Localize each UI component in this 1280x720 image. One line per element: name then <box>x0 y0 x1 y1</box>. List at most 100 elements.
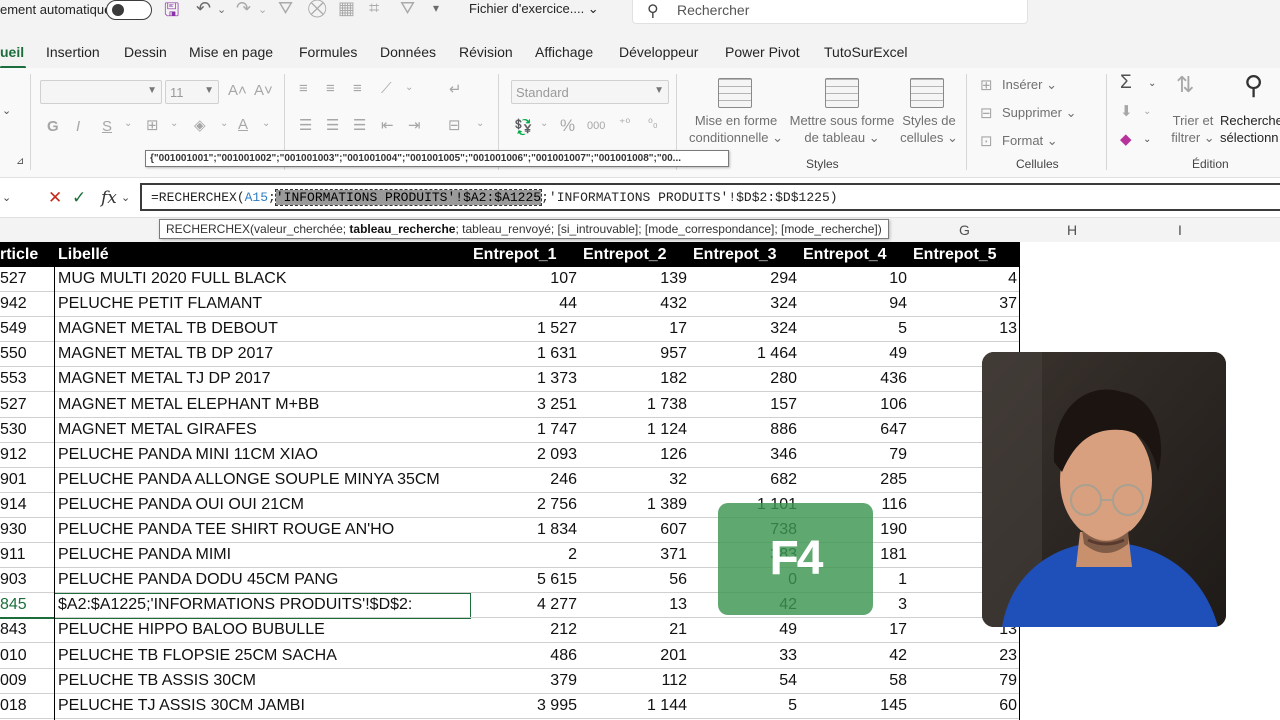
cell-entrepot-4[interactable]: 79 <box>792 446 907 464</box>
cell-libelle[interactable]: PELUCHE PANDA MIMI <box>58 546 468 564</box>
italic-icon[interactable]: I <box>76 118 80 135</box>
cell-entrepot-2[interactable]: 17 <box>572 320 687 338</box>
tab-tutosurexcel[interactable]: TutoSurExcel <box>824 44 908 60</box>
format-cells-icon[interactable]: ⊡ <box>980 132 993 150</box>
cell-entrepot-4[interactable]: 94 <box>792 295 907 313</box>
autosum-dropdown-icon[interactable]: ⌄ <box>1148 78 1156 89</box>
cell-entrepot-3[interactable]: 1 464 <box>682 345 797 363</box>
cell-entrepot-4[interactable]: 106 <box>792 396 907 414</box>
cell-article[interactable]: 530 <box>0 421 52 439</box>
header-entrepot-1[interactable]: Entrepot_1 <box>473 246 557 264</box>
fill-color-icon[interactable]: ◈ <box>194 116 206 134</box>
cell-entrepot-4[interactable]: 5 <box>792 320 907 338</box>
find-select-button[interactable]: Recherche sélectionn <box>1220 112 1280 146</box>
cell-entrepot-4[interactable]: 10 <box>792 270 907 288</box>
cell-entrepot-4[interactable]: 42 <box>792 647 907 665</box>
currency-dropdown-icon[interactable]: ⌄ <box>540 118 548 129</box>
cell-entrepot-2[interactable]: 1 738 <box>572 396 687 414</box>
cell-entrepot-3[interactable]: 280 <box>682 370 797 388</box>
column-header-g[interactable]: G <box>959 222 970 238</box>
tab-revision[interactable]: Révision <box>459 44 513 60</box>
cell-entrepot-2[interactable]: 432 <box>572 295 687 313</box>
align-right-icon[interactable]: ☰ <box>353 116 366 134</box>
cell-entrepot-4[interactable]: 58 <box>792 672 907 690</box>
cell-entrepot-5[interactable]: 60 <box>902 697 1017 715</box>
insert-cells-icon[interactable]: ⊞ <box>980 76 993 94</box>
cell-entrepot-2[interactable]: 201 <box>572 647 687 665</box>
tab-affichage[interactable]: Affichage <box>535 44 593 60</box>
cell-entrepot-1[interactable]: 379 <box>462 672 577 690</box>
tab-dessin[interactable]: Dessin <box>124 44 167 60</box>
thousands-separator-icon[interactable]: 000 <box>587 120 605 132</box>
cell-entrepot-2[interactable]: 139 <box>572 270 687 288</box>
cell-styles-icon[interactable] <box>910 78 944 108</box>
cell-entrepot-3[interactable]: 346 <box>682 446 797 464</box>
font-name-combo[interactable]: ▼ <box>40 80 162 104</box>
cell-entrepot-2[interactable]: 607 <box>572 521 687 539</box>
redo-icon[interactable]: ↷ <box>236 0 251 19</box>
tab-mise-en-page[interactable]: Mise en page <box>189 44 273 60</box>
cell-libelle[interactable]: PELUCHE PANDA TEE SHIRT ROUGE AN'HO <box>58 521 468 539</box>
cell-entrepot-4[interactable]: 145 <box>792 697 907 715</box>
cell-libelle[interactable]: PELUCHE HIPPO BALOO BUBULLE <box>58 621 468 639</box>
undo-dropdown-icon[interactable]: ⌄ <box>217 3 226 16</box>
sort-filter-button[interactable]: Trier et filtrer ⌄ <box>1166 112 1220 146</box>
find-select-icon[interactable]: ⚲ <box>1244 70 1263 101</box>
formula-selected-range[interactable]: 'INFORMATIONS PRODUITS'!$A2:$A1225 <box>274 189 543 206</box>
font-color-icon[interactable]: A <box>238 116 248 133</box>
cell-entrepot-3[interactable]: 157 <box>682 396 797 414</box>
cell-entrepot-3[interactable]: 294 <box>682 270 797 288</box>
cell-article[interactable]: 010 <box>0 647 52 665</box>
wrap-text-icon[interactable]: ↵ <box>449 80 462 98</box>
cell-entrepot-1[interactable]: 1 834 <box>462 521 577 539</box>
cell-libelle[interactable]: PELUCHE PANDA OUI OUI 21CM <box>58 496 468 514</box>
cell-entrepot-1[interactable]: 1 631 <box>462 345 577 363</box>
clear-icon[interactable]: ◆ <box>1120 130 1132 148</box>
cell-libelle[interactable]: PELUCHE PANDA MINI 11CM XIAO <box>58 446 468 464</box>
insert-cells-button[interactable]: Insérer ⌄ <box>1002 77 1057 93</box>
cell-article[interactable]: 914 <box>0 496 52 514</box>
cell-libelle[interactable]: PELUCHE PETIT FLAMANT <box>58 295 468 313</box>
cell-entrepot-3[interactable]: 33 <box>682 647 797 665</box>
cell-entrepot-3[interactable]: 682 <box>682 471 797 489</box>
orientation-icon[interactable]: ⟋ <box>381 80 392 97</box>
header-entrepot-3[interactable]: Entrepot_3 <box>693 246 777 264</box>
cell-entrepot-1[interactable]: 212 <box>462 621 577 639</box>
table-icon[interactable]: ▦ <box>338 0 355 19</box>
cell-libelle[interactable]: PELUCHE TB ASSIS 30CM <box>58 672 468 690</box>
align-top-icon[interactable]: ≡ <box>299 80 308 97</box>
cell-article[interactable]: 901 <box>0 471 52 489</box>
cell-article[interactable]: 843 <box>0 621 52 639</box>
decrease-decimal-icon[interactable]: ⁰₀ <box>648 116 658 130</box>
cell-article[interactable]: 009 <box>0 672 52 690</box>
format-cells-button[interactable]: Format ⌄ <box>1002 133 1058 149</box>
fill-dropdown-icon[interactable]: ⌄ <box>1143 106 1151 117</box>
cell-entrepot-1[interactable]: 486 <box>462 647 577 665</box>
cancel-icon[interactable]: ✕ <box>48 188 62 208</box>
column-header-i[interactable]: I <box>1178 222 1182 238</box>
cell-libelle[interactable]: MAGNET METAL TB DEBOUT <box>58 320 468 338</box>
redo-dropdown-icon[interactable]: ⌄ <box>258 3 267 16</box>
align-middle-icon[interactable]: ≡ <box>326 80 335 97</box>
insert-function-icon[interactable]: fx <box>101 188 117 208</box>
align-left-icon[interactable]: ☰ <box>299 116 312 134</box>
font-size-combo[interactable]: 11 ▼ <box>165 80 219 104</box>
cell-article[interactable]: 903 <box>0 571 52 589</box>
cell-entrepot-3[interactable]: 54 <box>682 672 797 690</box>
cell-entrepot-2[interactable]: 32 <box>572 471 687 489</box>
header-entrepot-5[interactable]: Entrepot_5 <box>913 246 997 264</box>
cell-entrepot-3[interactable]: 886 <box>682 421 797 439</box>
cell-entrepot-2[interactable]: 1 144 <box>572 697 687 715</box>
decrease-indent-icon[interactable]: ⇤ <box>381 116 394 134</box>
search-box[interactable]: ⚲ Rechercher <box>632 0 1028 24</box>
cell-article[interactable]: 942 <box>0 295 52 313</box>
clipboard-launcher-icon[interactable]: ⊿ <box>16 156 24 167</box>
cell-article[interactable]: 549 <box>0 320 52 338</box>
cell-entrepot-2[interactable]: 126 <box>572 446 687 464</box>
cell-libelle[interactable]: PELUCHE PANDA DODU 45CM PANG <box>58 571 468 589</box>
cell-entrepot-1[interactable]: 107 <box>462 270 577 288</box>
header-libelle[interactable]: Libellé <box>58 246 109 264</box>
cell-entrepot-4[interactable]: 49 <box>792 345 907 363</box>
conditional-format-button[interactable]: Mise en forme conditionnelle ⌄ <box>684 112 788 146</box>
cell-entrepot-5[interactable]: 4 <box>902 270 1017 288</box>
